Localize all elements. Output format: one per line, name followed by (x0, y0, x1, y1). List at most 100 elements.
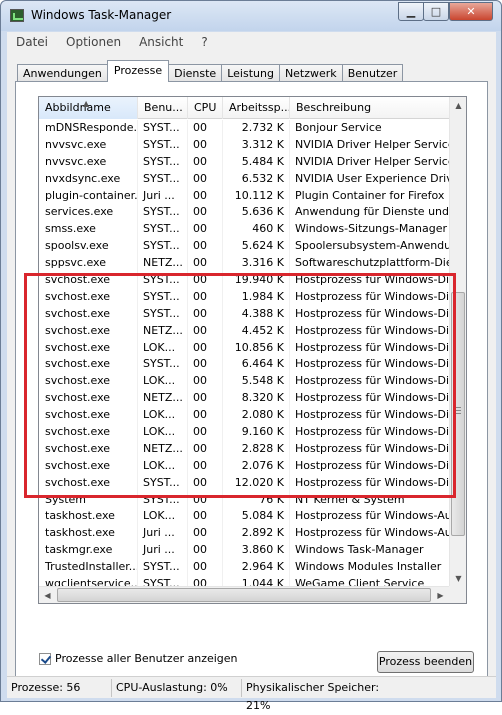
table-row[interactable]: nvvsvc.exe SYST... 00 3.312 K NVIDIA Driver … (39, 136, 449, 154)
tab-dienste[interactable]: Dienste (168, 64, 223, 82)
cell-image-name: nvvsvc.exe (39, 136, 138, 154)
cell-user: LOK... (138, 339, 188, 357)
show-all-users-option[interactable]: Prozesse aller Benutzer anzeigen (39, 652, 238, 665)
process-list[interactable]: ▲ Abbildname Benu... CPU Arbeitssp... Be… (38, 96, 467, 604)
table-row[interactable]: System SYST... 00 76 K NT Kernel & System (39, 491, 449, 509)
table-row[interactable]: svchost.exe LOK... 00 2.080 K Hostprozess fü… (39, 407, 449, 425)
column-header-user[interactable]: Benu... (138, 97, 188, 119)
cell-description: Windows Modules Installer (295, 560, 442, 574)
menu-help[interactable]: ? (192, 35, 216, 49)
table-row[interactable]: svchost.exe NETZ... 00 8.320 K Hostprozess f… (39, 390, 449, 408)
table-row[interactable]: svchost.exe NETZ... 00 4.452 K Hostprozess f… (39, 322, 449, 340)
cell-cpu: 00 (188, 170, 223, 188)
vertical-scroll-thumb[interactable] (451, 292, 465, 536)
minimize-button[interactable]: ▁ (398, 2, 424, 21)
table-row[interactable]: spoolsv.exe SYST... 00 5.624 K Spoolersubsys… (39, 238, 449, 256)
horizontal-scroll-thumb[interactable] (57, 588, 431, 602)
cell-description: Hostprozess für Windows-Die... (295, 425, 449, 439)
column-header-image-name[interactable]: ▲ Abbildname (39, 97, 138, 119)
scroll-down-icon[interactable]: ▼ (450, 570, 466, 587)
table-row[interactable]: nvvsvc.exe SYST... 00 5.484 K NVIDIA Driver … (39, 153, 449, 171)
cell-memory: 5.548 K (223, 373, 290, 391)
cell-image-name: nvxdsync.exe (39, 170, 138, 188)
tab-prozesse[interactable]: Prozesse (106, 60, 170, 82)
table-row[interactable]: smss.exe SYST... 00 460 K Windows-Sitzungs-M… (39, 221, 449, 239)
menu-datei[interactable]: Datei (7, 35, 57, 49)
close-icon: ✕ (466, 5, 476, 18)
column-header-description[interactable]: Beschreibung (290, 97, 449, 119)
cell-image-name: svchost.exe (39, 373, 138, 391)
cell-cpu: 00 (188, 390, 223, 408)
table-row[interactable]: svchost.exe LOK... 00 5.548 K Hostprozess fü… (39, 373, 449, 391)
cell-description: Hostprozess für Windows-Die... (295, 340, 449, 354)
cell-cpu: 00 (188, 187, 223, 205)
cell-image-name: svchost.exe (39, 407, 138, 425)
tab-benutzer[interactable]: Benutzer (341, 64, 404, 82)
table-row[interactable]: nvxdsync.exe SYST... 00 6.532 K NVIDIA User … (39, 170, 449, 188)
end-process-button[interactable]: Prozess beenden (377, 651, 474, 673)
tab-netzwerk[interactable]: Netzwerk (278, 64, 343, 82)
table-row[interactable]: taskmgr.exe Juri ... 00 3.860 K Windows Task… (39, 542, 449, 560)
cell-image-name: svchost.exe (39, 305, 138, 323)
table-row[interactable]: taskhost.exe Juri ... 00 2.892 K Hostprozess… (39, 525, 449, 543)
scroll-up-icon[interactable]: ▲ (450, 97, 466, 114)
cell-description: Hostprozess für Windows-Die... (295, 441, 449, 455)
show-all-users-checkbox[interactable] (39, 652, 51, 665)
cell-description: NVIDIA Driver Helper Service,... (295, 154, 449, 168)
cell-cpu: 00 (188, 322, 223, 340)
title-bar[interactable]: Windows Task-Manager ▁ □ ✕ (1, 1, 501, 31)
table-row[interactable]: svchost.exe LOK... 00 9.160 K Hostprozess fü… (39, 424, 449, 441)
table-row[interactable]: svchost.exe NETZ... 00 2.828 K Hostprozess f… (39, 440, 449, 458)
table-row[interactable]: services.exe SYST... 00 5.636 K Anwendung fü… (39, 204, 449, 222)
menu-bar: Datei Optionen Ansicht ? (7, 32, 496, 52)
scroll-right-icon[interactable]: ▶ (432, 587, 449, 603)
cell-cpu: 00 (188, 559, 223, 577)
cell-description: Softwareschutzplattform-Dien... (295, 256, 449, 270)
cell-user: Juri ... (138, 542, 188, 560)
vertical-scrollbar[interactable]: ▲ ▼ (449, 97, 466, 587)
table-row[interactable]: svchost.exe SYST... 00 1.984 K Hostprozess f… (39, 288, 449, 306)
cell-image-name: plugin-container... (39, 187, 138, 205)
tab-anwendungen[interactable]: Anwendungen (17, 64, 108, 82)
tab-leistung[interactable]: Leistung (221, 64, 280, 82)
cell-memory: 2.892 K (223, 525, 290, 543)
scroll-left-icon[interactable]: ◀ (39, 587, 56, 603)
cell-cpu: 00 (188, 238, 223, 256)
cell-cpu: 00 (188, 525, 223, 543)
cell-cpu: 00 (188, 255, 223, 273)
horizontal-scrollbar[interactable]: ◀ ▶ (39, 586, 449, 603)
table-row[interactable]: mDNSResponde... SYST... 00 2.732 K Bonjour S… (39, 120, 449, 137)
table-row[interactable]: sppsvc.exe NETZ... 00 3.316 K Softwareschutz… (39, 255, 449, 273)
menu-ansicht[interactable]: Ansicht (130, 35, 192, 49)
table-row[interactable]: plugin-container... Juri ... 00 10.112 K Plu… (39, 187, 449, 205)
close-button[interactable]: ✕ (449, 2, 493, 21)
cell-cpu: 00 (188, 440, 223, 458)
maximize-button[interactable]: □ (423, 2, 449, 21)
table-row[interactable]: taskhost.exe LOK... 00 5.084 K Hostprozess f… (39, 508, 449, 526)
table-row[interactable]: TrustedInstaller... SYST... 00 2.964 K Windo… (39, 559, 449, 577)
table-row[interactable]: svchost.exe LOK... 00 2.076 K Hostprozess fü… (39, 457, 449, 475)
table-row[interactable]: svchost.exe SYST... 00 19.940 K Hostprozess … (39, 272, 449, 289)
cell-memory: 2.828 K (223, 440, 290, 458)
cell-user: LOK... (138, 457, 188, 475)
cell-user: SYST... (138, 153, 188, 171)
table-row[interactable]: svchost.exe LOK... 00 10.856 K Hostprozess f… (39, 339, 449, 357)
cell-image-name: svchost.exe (39, 356, 138, 374)
status-cpu-usage: CPU-Auslastung: 0% (112, 678, 242, 697)
cell-cpu: 00 (188, 136, 223, 154)
table-row[interactable]: svchost.exe SYST... 00 6.464 K Hostprozess f… (39, 356, 449, 374)
column-header-cpu[interactable]: CPU (188, 97, 223, 119)
menu-optionen[interactable]: Optionen (57, 35, 130, 49)
cell-memory: 2.080 K (223, 407, 290, 425)
table-row[interactable]: svchost.exe SYST... 00 4.388 K Hostprozess f… (39, 305, 449, 323)
cell-memory: 76 K (223, 491, 290, 509)
cell-cpu: 00 (188, 305, 223, 323)
cell-cpu: 00 (188, 204, 223, 222)
column-header-memory[interactable]: Arbeitssp... (223, 97, 290, 119)
cell-description: Hostprozess für Windows-Die... (295, 374, 449, 388)
cell-cpu: 00 (188, 221, 223, 239)
cell-cpu: 00 (188, 491, 223, 509)
cell-user: Juri ... (138, 525, 188, 543)
cell-user: SYST... (138, 491, 188, 509)
table-row[interactable]: svchost.exe SYST... 00 12.020 K Hostprozess … (39, 474, 449, 492)
